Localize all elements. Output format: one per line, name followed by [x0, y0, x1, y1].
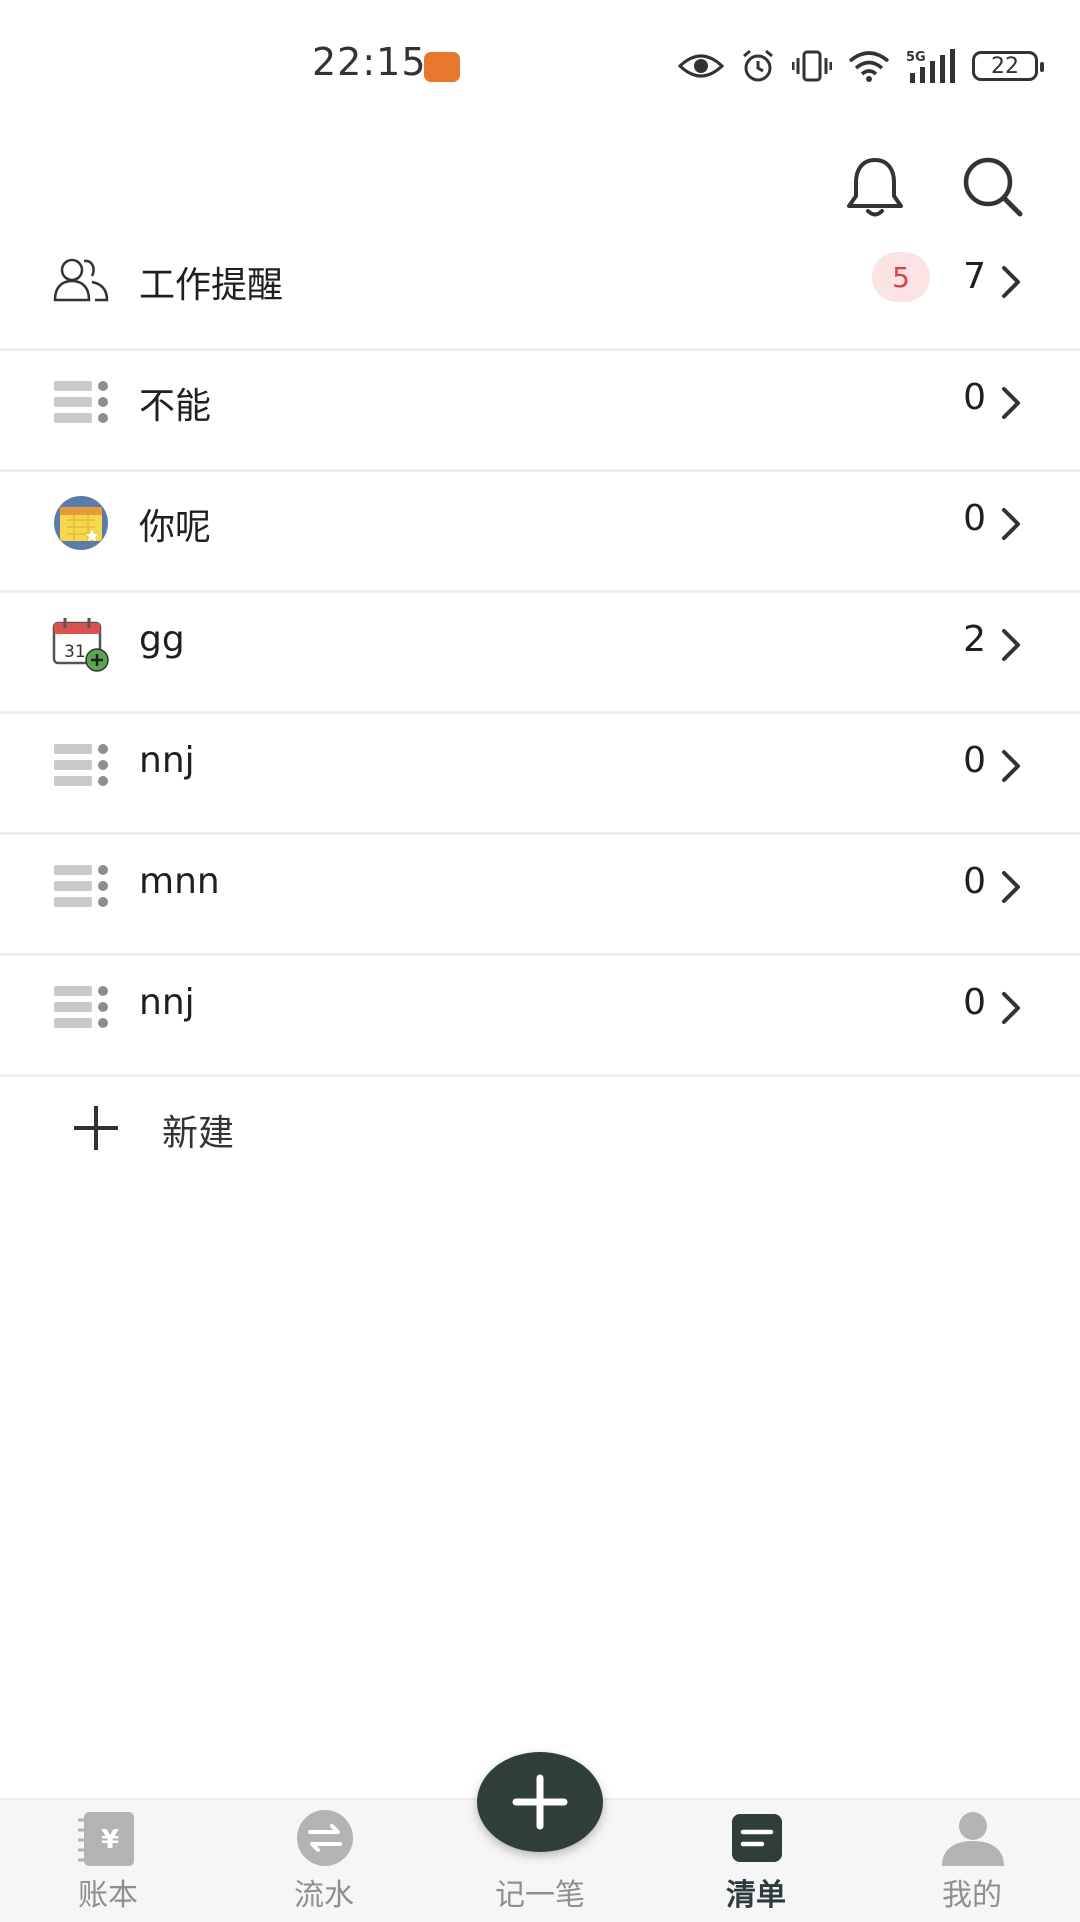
ledger-icon: ¥ — [78, 1812, 134, 1866]
chevron-right-icon — [1002, 629, 1020, 661]
nav-flow[interactable]: 流水 — [216, 1800, 432, 1922]
plus-icon — [512, 1774, 568, 1830]
list-name: nnj — [139, 740, 195, 781]
battery-level: 22 — [991, 53, 1019, 79]
svg-text:31: 31 — [64, 642, 86, 662]
list-name: 工作提醒 — [139, 265, 284, 306]
list-count: 0 — [963, 982, 986, 1023]
nav-label: 流水 — [294, 1878, 354, 1913]
status-icons: 5G 22 — [678, 44, 1044, 88]
search-icon[interactable] — [958, 152, 1028, 222]
list-name: 不能 — [139, 386, 212, 427]
list-name: nnj — [139, 982, 195, 1023]
list-name: mnn — [139, 861, 220, 902]
list-count: 7 — [963, 256, 986, 297]
people-icon — [53, 258, 109, 302]
nav-lists[interactable]: 清单 — [648, 1800, 864, 1922]
chevron-right-icon — [1002, 508, 1020, 540]
calendar-add-icon: 31 — [52, 618, 109, 672]
list-doc-icon — [732, 1814, 782, 1862]
nav-label: 账本 — [78, 1878, 138, 1913]
svg-text:5G: 5G — [906, 50, 926, 65]
plus-icon — [74, 1106, 118, 1150]
chevron-right-icon — [1002, 387, 1020, 419]
alarm-icon — [743, 49, 773, 82]
svg-text:¥: ¥ — [101, 1825, 119, 1855]
list-icon — [54, 381, 108, 423]
status-time: 22:15 — [312, 40, 427, 84]
nav-label: 记一笔 — [495, 1878, 585, 1913]
chevron-right-icon — [1002, 871, 1020, 903]
list-item[interactable]: mnn 0 — [0, 835, 1080, 956]
list-item[interactable]: nnj 0 — [0, 714, 1080, 835]
battery-icon: 22 — [972, 51, 1044, 81]
app-notification-icon — [424, 52, 460, 82]
chevron-right-icon — [1002, 750, 1020, 782]
chevron-right-icon — [1002, 992, 1020, 1024]
list-collection: 工作提醒 5 7 不能 0 你呢 0 31 gg 2 nnj 0 mnn 0 n… — [0, 230, 1080, 1077]
calendar-star-icon — [54, 496, 108, 550]
signal-5g-icon: 5G — [906, 49, 955, 83]
person-icon — [942, 1812, 1004, 1866]
list-name: gg — [139, 619, 185, 660]
new-list-label: 新建 — [162, 1113, 235, 1154]
list-name: 你呢 — [139, 507, 212, 548]
overdue-badge: 5 — [872, 252, 930, 302]
list-count: 0 — [963, 498, 986, 539]
new-list-button[interactable]: 新建 — [0, 1066, 1080, 1186]
exchange-icon — [297, 1810, 353, 1866]
add-entry-button[interactable] — [477, 1752, 603, 1852]
nav-label: 清单 — [726, 1878, 786, 1913]
list-icon — [54, 744, 108, 786]
wifi-icon — [848, 51, 890, 82]
status-bar: 22:15 5G 22 — [0, 0, 1080, 130]
list-item[interactable]: 工作提醒 5 7 — [0, 230, 1080, 351]
chevron-right-icon — [1002, 266, 1020, 298]
nav-me[interactable]: 我的 — [864, 1800, 1080, 1922]
list-count: 0 — [963, 861, 986, 902]
list-item[interactable]: 你呢 0 — [0, 472, 1080, 593]
list-item[interactable]: nnj 0 — [0, 956, 1080, 1077]
list-count: 2 — [963, 619, 986, 660]
vibrate-icon — [792, 50, 832, 82]
nav-ledger[interactable]: ¥ 账本 — [0, 1800, 216, 1922]
list-item[interactable]: 不能 0 — [0, 351, 1080, 472]
list-icon — [54, 986, 108, 1028]
eye-icon — [678, 54, 724, 78]
bell-icon[interactable] — [840, 152, 910, 222]
list-icon — [54, 865, 108, 907]
nav-label: 我的 — [942, 1878, 1002, 1913]
list-item[interactable]: 31 gg 2 — [0, 593, 1080, 714]
list-count: 0 — [963, 377, 986, 418]
list-count: 0 — [963, 740, 986, 781]
